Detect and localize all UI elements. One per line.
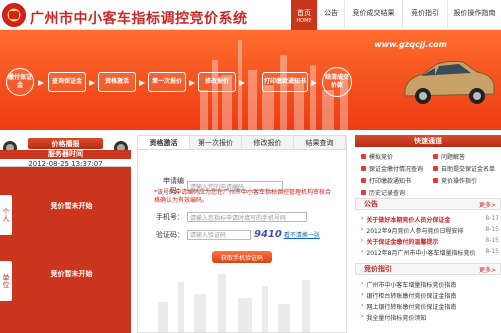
quick-link-bid-guide[interactable]: 竞价操作指引 — [433, 176, 477, 185]
bullet-icon — [361, 190, 366, 195]
apply-code-note: *该号的申请编码应为您在广州市中小客车指标调控管理机构审核合格确认为有效编码。 — [154, 189, 332, 204]
quick-link-deposit-list[interactable]: 自助提交保证金名单 — [433, 164, 495, 173]
captcha-input[interactable]: 请输入验证码 — [187, 229, 251, 240]
server-time-label: 服务器时间 — [0, 150, 131, 159]
bullet-icon — [433, 154, 438, 159]
guide-title: 竞价指引 — [364, 265, 392, 273]
guide-item[interactable]: › 广州市中小客车增量指标竞价指南 — [361, 280, 499, 289]
quick-link-print-notice[interactable]: 打印缴款通知书 — [361, 176, 411, 185]
arrow-icon — [189, 80, 195, 86]
step-modify-bid: 修改报价 — [198, 72, 236, 92]
guide-item[interactable]: › 网上银行转账缴付竞价保证金指南 — [361, 302, 499, 311]
individual-bid-status: 竞价暂未开始 — [50, 202, 93, 210]
phone-label: 手机号： — [156, 213, 184, 221]
refresh-captcha-link[interactable]: 看不清换一张 — [284, 230, 320, 239]
notice-more-link[interactable]: 更多> — [479, 200, 496, 209]
bullet-icon — [361, 166, 366, 171]
captcha-image: 9410 — [254, 229, 282, 240]
guide-header: 竞价指引 更多> — [355, 263, 501, 275]
phone-input[interactable]: 请输入您指标申请时填写的手机号码 — [187, 212, 307, 222]
arrow-icon — [239, 80, 245, 86]
notice-item[interactable]: › 2012年8月广州市中小客车增量指标竞价 8-15 — [361, 248, 499, 257]
notice-header: 公告 更多> — [355, 198, 501, 210]
site-title: 广州市中小客车指标调控竞价系统 — [30, 11, 248, 27]
quick-access-header: 快速通道 — [355, 135, 501, 147]
get-sms-code-button[interactable]: 获取手机验证码 — [212, 251, 272, 263]
form-tabs: 资格激活 第一次报价 修改报价 结果查询 — [138, 136, 346, 150]
quick-link-faq[interactable]: 问题解答 — [433, 152, 465, 161]
step-first-bid: 第一次报价 — [148, 72, 186, 92]
quick-link-deposit-query[interactable]: 保证金缴付情况查询 — [361, 164, 423, 173]
nav-bid-guide[interactable]: 竞价指引 — [402, 0, 447, 30]
guide-item[interactable]: › 银行柜台转账缴付竞价保证金指南 — [361, 291, 499, 300]
skyline-decoration — [138, 272, 346, 332]
arrow-icon — [139, 80, 145, 86]
tab-modify-bid[interactable]: 修改报价 — [242, 136, 294, 149]
tab-result-query[interactable]: 结果查询 — [294, 136, 346, 149]
arrow-icon — [89, 80, 95, 86]
guide-item[interactable]: › 我全量付指标竞价须知 — [361, 313, 499, 322]
bullet-icon — [433, 166, 438, 171]
server-time: 2012-08-25 13:37:07 — [28, 160, 103, 168]
tab-organization[interactable]: 单位 — [0, 261, 12, 301]
car-icon — [404, 60, 495, 104]
step-activate: 资格激活 — [98, 72, 136, 92]
nav-home[interactable]: 首页 HOME — [291, 0, 317, 30]
guide-more-link[interactable]: 更多> — [479, 265, 496, 274]
phone-row: 手机号： 请输入您指标申请时填写的手机号码 — [152, 212, 307, 222]
notice-title: 公告 — [364, 200, 378, 208]
bullet-icon — [361, 178, 366, 183]
price-broadcast-header: 价格播报 服务器时间 2012-08-25 13:37:07 — [0, 135, 131, 168]
step-check-deposit: 查询保证金 — [48, 72, 86, 92]
bullet-icon — [361, 154, 366, 159]
right-sidebar: 快速通道 模拟竞价 保证金缴付情况查询 打印缴款通知书 历史记录查询 问题解答 … — [355, 135, 501, 333]
arrow-icon — [311, 80, 317, 86]
notice-item[interactable]: › 关于保证金缴付的温馨提示 8-15 — [361, 237, 499, 246]
nav-operation-guide[interactable]: 报价操作指南 — [447, 0, 501, 30]
price-broadcast-title: 价格播报 — [28, 138, 103, 149]
step-settle-payment: 结清成交价款 — [322, 67, 352, 97]
quick-access-title: 快速通道 — [414, 137, 442, 145]
organization-bid-status: 竞价暂未开始 — [50, 270, 93, 278]
bullet-icon — [433, 178, 438, 183]
captcha-row: 验证码： 请输入验证码 9410 看不清换一张 — [152, 229, 320, 240]
notice-item[interactable]: › 关于做好本期竞价人员分保证金 8-17 — [361, 215, 499, 224]
bid-form-panel: 资格激活 第一次报价 修改报价 结果查询 申请编码： 请输入您的申请编码 *该号… — [137, 135, 347, 333]
arrow-icon — [38, 80, 44, 86]
site-logo — [2, 3, 26, 27]
tab-first-bid[interactable]: 第一次报价 — [190, 136, 242, 149]
tab-individual[interactable]: 个人 — [0, 195, 12, 235]
quick-link-history[interactable]: 历史记录查询 — [361, 188, 405, 197]
quick-link-mock-bid[interactable]: 模拟竞价 — [361, 152, 393, 161]
notice-item[interactable]: › 2012年9月竞价人参与竞价日程安排 8-15 — [361, 226, 499, 235]
step-print-notice: 打印缴款通知书 — [262, 72, 308, 92]
price-broadcast-panel: 价格播报 服务器时间 2012-08-25 13:37:07 个人 竞价暂未开始… — [0, 135, 131, 333]
nav-announcements[interactable]: 公告 — [317, 0, 344, 30]
tab-activate[interactable]: 资格激活 — [138, 136, 190, 149]
banner: www.gzqcjj.com 缴付保证金 查询保证金 资格激活 第一次报价 修改… — [0, 30, 501, 130]
main-nav: 首页 HOME 公告 竞价成交结果 竞价指引 报价操作指南 — [291, 0, 501, 30]
header: 广州市中小客车指标调控竞价系统 首页 HOME 公告 竞价成交结果 竞价指引 报… — [0, 0, 501, 30]
captcha-label: 验证码： — [156, 230, 184, 239]
nav-bid-results[interactable]: 竞价成交结果 — [344, 0, 402, 30]
step-pay-deposit: 缴付保证金 — [6, 68, 34, 96]
banner-url: www.gzqcjj.com — [374, 40, 447, 49]
